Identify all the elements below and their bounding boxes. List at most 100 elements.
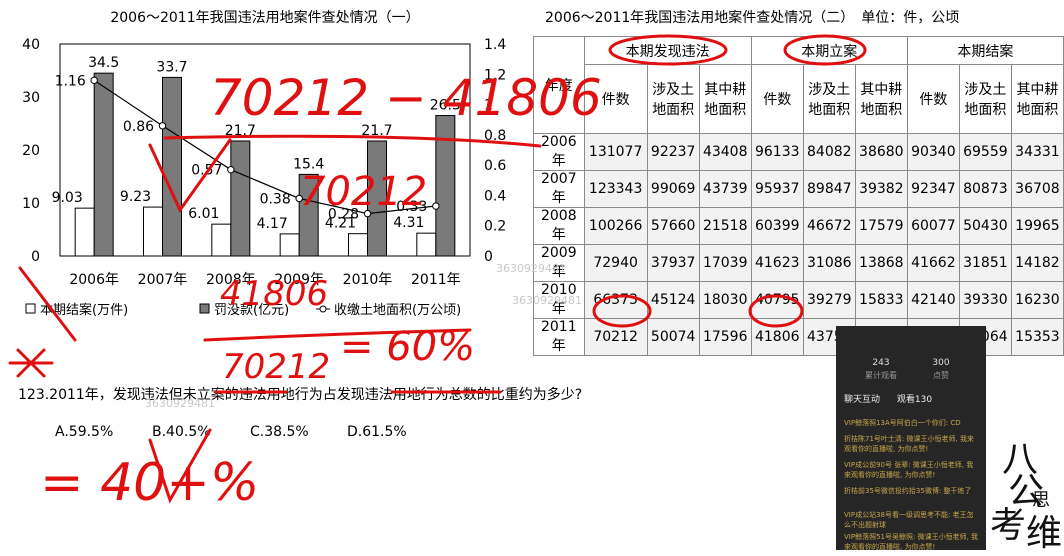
table-cell: 131077: [583, 133, 648, 171]
data-label: 15.4: [293, 156, 324, 172]
table-cell: 50074: [646, 318, 700, 356]
chat-message: VIP鲸落照13A号阿伯白一个你们: CD: [844, 419, 961, 427]
group-header-found: 本期发现违法: [583, 36, 752, 65]
table-cell: 60077: [906, 207, 960, 245]
table-cell: 57660: [646, 207, 700, 245]
data-label: 26.5: [430, 98, 461, 114]
table-cell: 50430: [958, 207, 1012, 245]
y-right-tick-label: 0: [484, 249, 493, 265]
x-tick-label: 2007年: [138, 272, 188, 288]
y-left-tick-label: 0: [31, 249, 40, 265]
data-table: 年度 本期发现违法 本期立案 本期结案 件数 涉及土地面积 其中耕地面积 件数 涉及土地…: [533, 36, 1064, 356]
sub-header: 涉及土地面积: [958, 64, 1012, 134]
stat-likes: 300 点赞: [911, 358, 971, 381]
bar: [348, 233, 368, 257]
table-cell: 72940: [583, 244, 648, 282]
table-cell: 18030: [698, 281, 752, 319]
table-cell: 21518: [698, 207, 752, 245]
stat-views-value: 243: [872, 358, 890, 368]
x-tick-label: 2006年: [69, 272, 119, 288]
option-b[interactable]: B.40.5%: [152, 424, 211, 440]
y-left-tick-label: 10: [22, 196, 40, 212]
line-point: [295, 194, 303, 203]
row-year: 2008年: [533, 207, 585, 245]
table-cell: 39279: [802, 281, 856, 319]
table-cell: 46672: [802, 207, 856, 245]
data-label: 0.86: [123, 119, 154, 135]
line-point: [90, 76, 98, 85]
brand-char: 考: [990, 505, 1027, 546]
sub-header: 件数: [906, 64, 960, 134]
sub-header: 涉及土地面积: [802, 64, 856, 134]
fraction-bar: [203, 328, 472, 342]
watermark: 3630929481: [145, 397, 215, 410]
legend-swatch: [199, 303, 210, 314]
table-row: 2007年 123343 99069 43739 95937 89847 39382 9234…: [533, 170, 1064, 208]
table-cell: 40795: [750, 281, 804, 319]
sub-header: 其中耕地面积: [1010, 64, 1064, 134]
check-mark: [148, 428, 212, 504]
table-cell: 66373: [583, 281, 648, 319]
chat-message: 折桔前35号微信投约拾35微博: 整干练了: [844, 487, 972, 495]
watermark: 3630929481: [496, 262, 566, 275]
y-right-tick-label: 1.2: [484, 67, 506, 83]
group-header-closed: 本期结案: [906, 36, 1064, 65]
x-tick-label: 2008年: [206, 272, 256, 288]
row-year: 2011年: [533, 318, 585, 356]
legend-label: 本期结案(万件): [40, 303, 128, 318]
y-left-tick-label: 30: [22, 90, 40, 106]
table-cell: 45124: [646, 281, 700, 319]
data-label: 21.7: [225, 123, 256, 139]
option-d[interactable]: D.61.5%: [347, 424, 407, 440]
table-cell: 37937: [646, 244, 700, 282]
handwritten-result: = 60%: [340, 324, 475, 370]
bar: [143, 206, 163, 257]
table-cell: 96133: [750, 133, 804, 171]
option-a[interactable]: A.59.5%: [55, 424, 113, 440]
data-label: 33.7: [156, 59, 187, 75]
y-right-tick-label: 1.4: [484, 37, 506, 53]
y-left-tick-label: 40: [22, 37, 40, 53]
sub-header: 其中耕地面积: [854, 64, 908, 134]
brand-logo: 八 公 考 思 维: [990, 430, 1062, 554]
table-cell: 89847: [802, 170, 856, 208]
bar: [279, 233, 300, 257]
legend-swatch: [25, 303, 36, 314]
year-header: 年度: [533, 36, 585, 134]
chat-message: VIP成公前90号 张辈: 微课王小恒老师, 我来观看你的直播啦, 为你点赞!: [844, 461, 974, 479]
table-cell: 42140: [906, 281, 960, 319]
watermark: 3630929481: [512, 294, 582, 307]
legend-label: 罚没款(亿元): [214, 303, 289, 318]
table-cell: 84082: [802, 133, 856, 171]
sub-header: 件数: [750, 64, 804, 134]
table-cell: 39382: [854, 170, 908, 208]
chat-tabs: 聊天互动 观看130: [844, 392, 946, 405]
data-label: 0.57: [191, 163, 222, 179]
stat-likes-label: 点赞: [933, 371, 949, 380]
table-cell: 17596: [698, 318, 752, 356]
table-cell: 14182: [1010, 244, 1064, 282]
table-cell: 16230: [1010, 281, 1064, 319]
bar: [298, 173, 319, 257]
stat-views: 243 累计观看: [851, 358, 911, 381]
brand-char: 维: [1026, 513, 1063, 554]
tab-viewers[interactable]: 观看130: [897, 395, 932, 405]
row-year: 2006年: [533, 133, 585, 171]
stat-views-label: 累计观看: [865, 371, 897, 380]
table-row: 2008年 100266 57660 21518 60399 46672 17579 6007…: [533, 207, 1064, 245]
bar: [435, 115, 456, 257]
x-tick-label: 2009年: [274, 272, 324, 288]
table-cell: 80873: [958, 170, 1012, 208]
data-label: 21.7: [361, 123, 392, 139]
table-cell: 60399: [750, 207, 804, 245]
table-row: 2009年 72940 37937 17039 41623 31086 13868 41662…: [533, 244, 1064, 282]
table-cell: 41662: [906, 244, 960, 282]
table-row: 2010年 66373 45124 18030 40795 39279 15833 42140…: [533, 281, 1064, 319]
option-c[interactable]: C.38.5%: [250, 424, 309, 440]
table-cell: 41623: [750, 244, 804, 282]
tab-chat[interactable]: 聊天互动: [844, 395, 880, 405]
table-cell: 39330: [958, 281, 1012, 319]
data-label: 34.5: [88, 55, 119, 71]
group-header-filed: 本期立案: [750, 36, 908, 65]
bar: [162, 76, 182, 257]
